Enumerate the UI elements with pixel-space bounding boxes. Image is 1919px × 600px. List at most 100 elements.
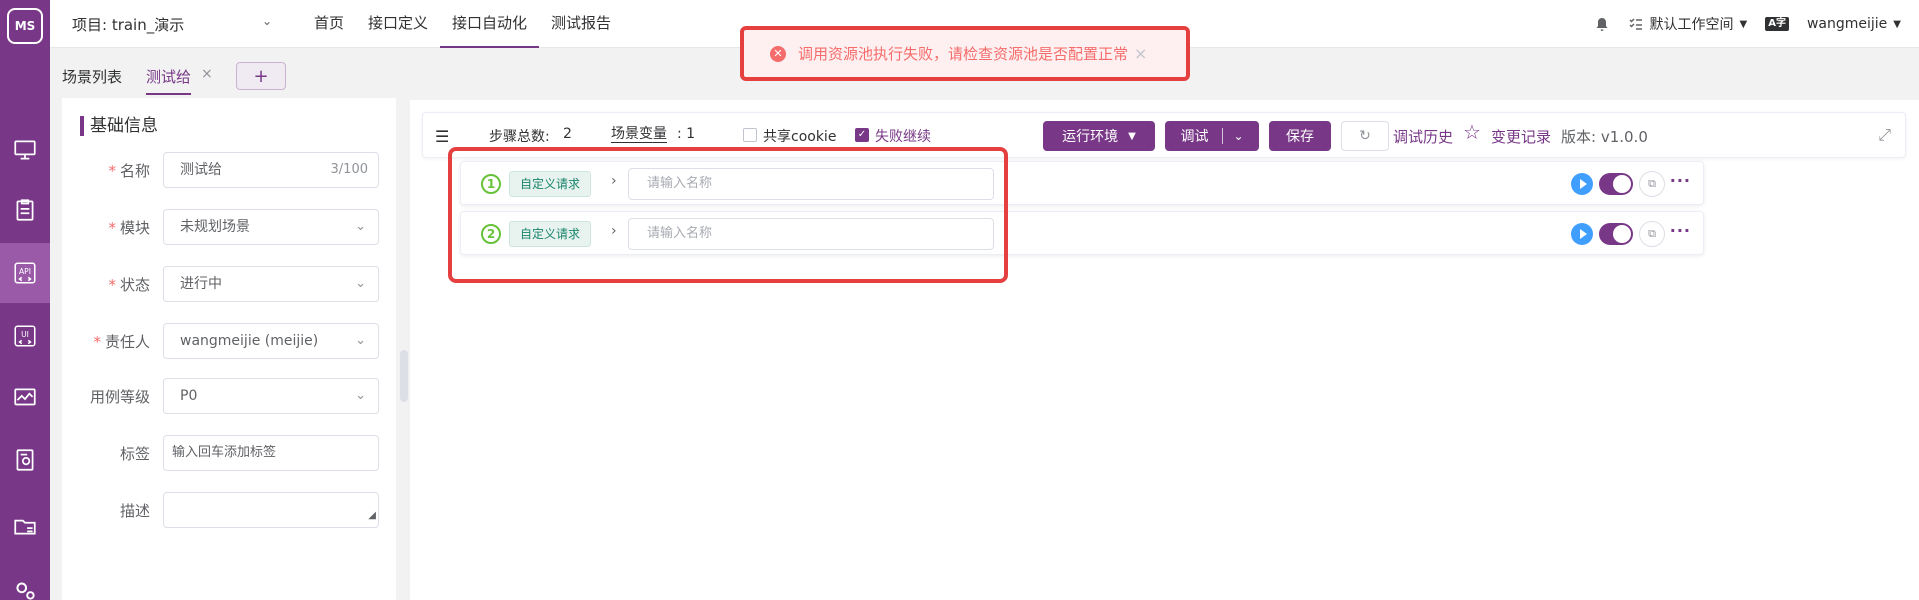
- error-icon: ✕: [770, 45, 786, 62]
- version-label: 版本: v1.0.0: [1561, 128, 1648, 146]
- fullscreen-icon[interactable]: ⤢: [1878, 125, 1891, 145]
- continue-on-fail-label: 失败继续: [875, 129, 931, 145]
- more-icon[interactable]: ···: [1670, 221, 1691, 240]
- field-label: 责任人: [104, 333, 150, 351]
- field-label: 标签: [119, 445, 150, 463]
- chevron-down-icon: ⌄: [355, 388, 366, 403]
- folder-icon: [14, 519, 36, 535]
- chevron-down-icon: ⌄: [355, 219, 366, 234]
- description-textarea[interactable]: ◢: [163, 492, 379, 528]
- field-owner: * 责任人 wangmeijie (meijie) ⌄: [62, 323, 396, 359]
- required-mark: *: [93, 333, 101, 351]
- monitor-icon: [14, 140, 36, 160]
- chevron-down-icon[interactable]: ⌄: [1233, 129, 1243, 143]
- owner-value: wangmeijie (meijie): [180, 333, 319, 349]
- steps-count: 2: [563, 126, 572, 142]
- share-cookie-label: 共享cookie: [763, 129, 837, 145]
- list-check-icon: [1628, 18, 1642, 30]
- copy-icon[interactable]: ⧉: [1639, 171, 1665, 197]
- workspace-label: 默认工作空间: [1649, 17, 1734, 33]
- report-icon: [16, 449, 34, 471]
- share-cookie-checkbox[interactable]: [743, 128, 757, 142]
- clipboard-icon: [16, 199, 34, 221]
- debug-history-link[interactable]: 调试历史: [1393, 126, 1453, 147]
- tab-current-scenario[interactable]: 测试给: [146, 66, 192, 95]
- tags-input[interactable]: 输入回车添加标签: [163, 435, 379, 471]
- error-toast: ✕ 调用资源池执行失败，请检查资源池是否配置正常 ×: [740, 26, 1190, 81]
- save-button[interactable]: 保存: [1269, 121, 1331, 151]
- add-tab-button[interactable]: +: [236, 62, 286, 90]
- level-value: P0: [180, 388, 198, 404]
- changelog-link[interactable]: 变更记录: [1491, 126, 1551, 147]
- save-label: 保存: [1286, 129, 1314, 145]
- name-value: 测试给: [180, 162, 222, 178]
- level-select[interactable]: P0 ⌄: [163, 378, 379, 414]
- name-input[interactable]: 测试给 3/100: [163, 152, 379, 188]
- play-icon[interactable]: [1571, 223, 1593, 245]
- sidebar-item-workbench[interactable]: [0, 120, 50, 180]
- api-icon: API: [14, 262, 36, 284]
- step-enable-toggle[interactable]: [1599, 173, 1633, 195]
- status-select[interactable]: 进行中 ⌄: [163, 266, 379, 302]
- panel-splitter[interactable]: [400, 350, 408, 402]
- highlight-box: [448, 147, 1008, 283]
- svg-text:UI: UI: [21, 330, 29, 339]
- field-tags: 标签 输入回车添加标签: [62, 435, 396, 471]
- basic-info-panel: 基础信息 * 名称 测试给 3/100 * 模块 未规划场景 ⌄ * 状态 进行中 ⌄…: [62, 98, 396, 600]
- sidebar-item-project[interactable]: [0, 496, 50, 556]
- more-icon[interactable]: ···: [1670, 171, 1691, 190]
- resize-handle-icon: ◢: [368, 510, 376, 521]
- nav-api-automation[interactable]: 接口自动化: [440, 0, 540, 48]
- user-menu[interactable]: wangmeijie ▼: [1807, 16, 1901, 32]
- field-label: 用例等级: [89, 388, 150, 406]
- debug-label: 调试: [1180, 129, 1209, 145]
- sidebar-item-report[interactable]: [0, 430, 50, 490]
- debug-button[interactable]: 调试 ⌄: [1165, 121, 1259, 151]
- continue-on-fail-checkbox[interactable]: ✓: [855, 128, 869, 142]
- field-label: 描述: [119, 502, 150, 520]
- owner-select[interactable]: wangmeijie (meijie) ⌄: [163, 323, 379, 359]
- refresh-button[interactable]: ↻: [1341, 121, 1389, 151]
- nav-home[interactable]: 首页: [302, 0, 356, 48]
- chart-icon: [14, 388, 36, 406]
- sidebar-item-api[interactable]: API: [0, 243, 50, 303]
- field-status: * 状态 进行中 ⌄: [62, 266, 396, 302]
- sidebar-item-settings[interactable]: [0, 560, 50, 600]
- step-enable-toggle[interactable]: [1599, 223, 1633, 245]
- nav-api-definition[interactable]: 接口定义: [356, 0, 440, 48]
- play-icon[interactable]: [1571, 173, 1593, 195]
- module-value: 未规划场景: [180, 219, 250, 235]
- required-mark: *: [108, 276, 116, 294]
- caret-down-icon: ▼: [1128, 130, 1136, 142]
- module-select[interactable]: 未规划场景 ⌄: [163, 209, 379, 245]
- sidebar-item-performance[interactable]: [0, 368, 50, 428]
- svg-text:API: API: [19, 267, 31, 276]
- language-icon[interactable]: A字: [1765, 17, 1789, 31]
- nav-test-report[interactable]: 测试报告: [539, 0, 623, 48]
- close-icon[interactable]: ×: [1134, 44, 1147, 63]
- copy-icon[interactable]: ⧉: [1639, 221, 1665, 247]
- star-icon[interactable]: ☆: [1463, 120, 1481, 144]
- chevron-down-icon[interactable]: ⌄: [262, 14, 272, 28]
- sidebar-item-ui[interactable]: UI: [0, 306, 50, 366]
- field-description: 描述 ◢: [62, 492, 396, 528]
- bell-icon[interactable]: [1594, 16, 1610, 32]
- panel-title: 基础信息: [80, 116, 158, 136]
- run-environment-label: 运行环境: [1062, 129, 1119, 145]
- toast-message: 调用资源池执行失败，请检查资源池是否配置正常: [798, 45, 1129, 63]
- close-icon[interactable]: ×: [201, 66, 213, 82]
- chevron-down-icon: ⌄: [355, 276, 366, 291]
- variables-count: : 1: [677, 126, 696, 142]
- required-mark: *: [108, 162, 116, 180]
- app-logo[interactable]: MS: [7, 8, 43, 44]
- tab-scenario-list[interactable]: 场景列表: [62, 66, 122, 87]
- menu-icon[interactable]: ☰: [435, 127, 449, 146]
- run-environment-button[interactable]: 运行环境 ▼: [1043, 121, 1155, 151]
- scenario-variables-link[interactable]: 场景变量: [611, 126, 667, 143]
- status-value: 进行中: [180, 276, 222, 292]
- workspace-selector[interactable]: 默认工作空间 ▼: [1628, 14, 1747, 34]
- sidebar-item-track[interactable]: [0, 180, 50, 240]
- field-label: 状态: [119, 276, 150, 294]
- project-selector[interactable]: 项目: train_演示: [72, 14, 184, 35]
- char-counter: 3/100: [330, 162, 368, 177]
